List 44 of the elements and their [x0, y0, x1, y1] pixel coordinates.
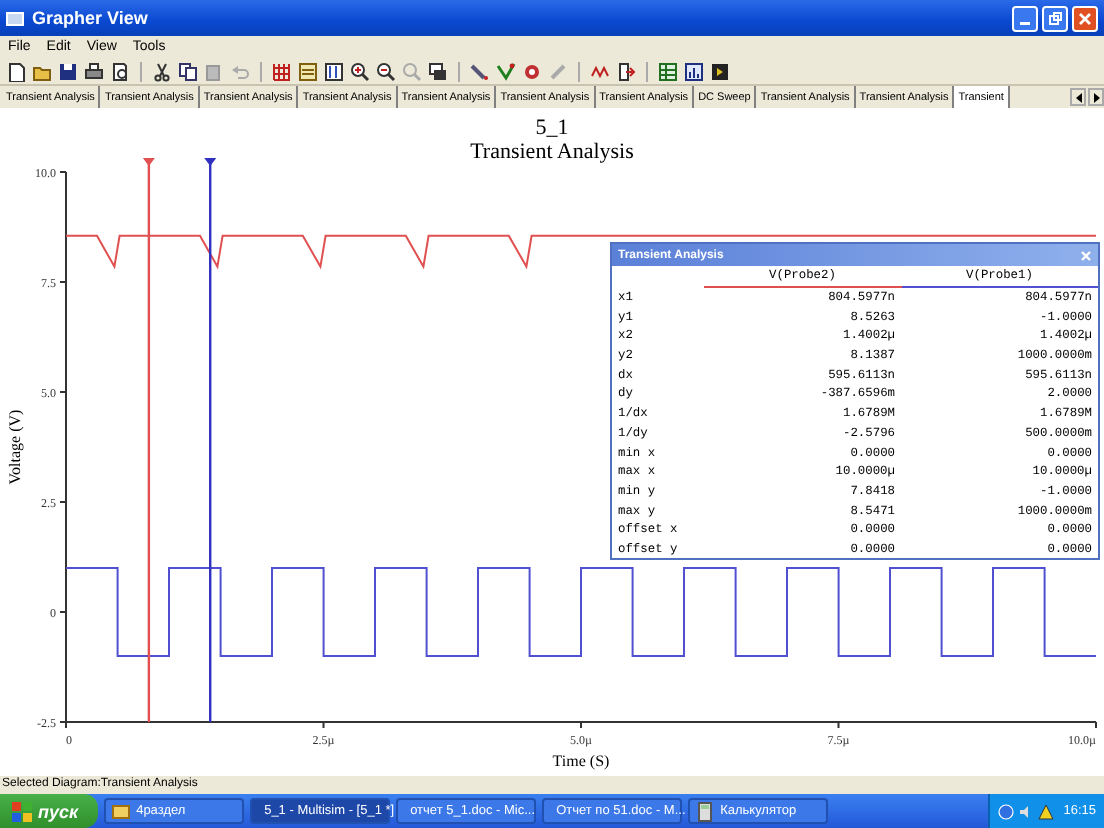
- export-icon[interactable]: [616, 61, 636, 81]
- chart-title: Transient Analysis: [470, 140, 634, 164]
- grid-icon[interactable]: [272, 61, 292, 81]
- spreadsheet-icon[interactable]: [658, 61, 678, 81]
- scroll-right-button[interactable]: [1088, 88, 1104, 106]
- folder-icon: [112, 801, 131, 821]
- close-button[interactable]: [1072, 5, 1098, 31]
- scroll-left-button[interactable]: [1070, 88, 1086, 106]
- windows-logo-icon: [12, 801, 32, 821]
- minimize-button[interactable]: [1012, 5, 1038, 31]
- overlay-icon[interactable]: [428, 61, 448, 81]
- zoom-in-icon[interactable]: [350, 61, 370, 81]
- waveform-icon[interactable]: [590, 61, 610, 81]
- close-icon: [1079, 249, 1091, 261]
- cursor-line[interactable]: [142, 158, 155, 722]
- calculator-icon: [696, 801, 715, 821]
- save-icon[interactable]: [58, 61, 78, 81]
- close-icon: [1078, 11, 1092, 25]
- zoom-out-icon[interactable]: [376, 61, 396, 81]
- open-folder-icon[interactable]: [32, 61, 52, 81]
- cursor-icon[interactable]: [324, 61, 344, 81]
- window-title: Grapher View: [32, 8, 150, 28]
- restore-button[interactable]: [1042, 5, 1068, 31]
- warning-icon[interactable]: [1037, 803, 1054, 819]
- cursor-line[interactable]: [204, 158, 217, 722]
- probe-icon[interactable]: [470, 61, 490, 81]
- play-icon[interactable]: [710, 61, 730, 81]
- traces-icon[interactable]: [496, 61, 516, 81]
- right-arrow-icon: [1091, 91, 1101, 103]
- cut-icon[interactable]: [152, 61, 172, 81]
- color-icon[interactable]: [522, 61, 542, 81]
- restore-icon: [1048, 11, 1062, 25]
- x-axis-label: Time (S): [552, 752, 610, 770]
- left-arrow-icon: [1073, 91, 1083, 103]
- app-icon: [6, 9, 24, 27]
- print-preview-icon[interactable]: [110, 61, 130, 81]
- copy-icon[interactable]: [178, 61, 198, 81]
- network-icon[interactable]: [997, 803, 1014, 819]
- print-icon[interactable]: [84, 61, 104, 81]
- y-axis-label: Voltage (V): [6, 409, 24, 485]
- new-file-icon[interactable]: [6, 61, 26, 81]
- legend-icon[interactable]: [298, 61, 318, 81]
- diagram-name: 5_1: [535, 116, 569, 140]
- chart-icon[interactable]: [684, 61, 704, 81]
